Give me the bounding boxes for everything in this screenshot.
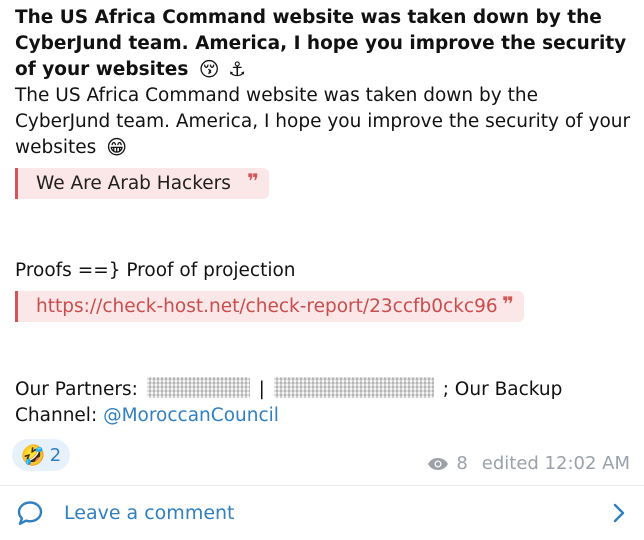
partners-label: Our Partners:	[15, 379, 138, 400]
kissing-face-emoji: 😚	[198, 57, 220, 81]
comment-icon	[16, 499, 44, 527]
anchor-emoji: ⚓	[228, 57, 247, 81]
blurred-partner-2	[273, 377, 434, 398]
arab-hackers-quote: We Are Arab Hackers ❞	[15, 168, 269, 199]
eye-icon	[428, 457, 449, 470]
post-subtitle: The US Africa Command website was taken …	[15, 83, 635, 161]
blurred-partner-1	[146, 377, 250, 398]
channel-post: The US Africa Command website was taken …	[0, 0, 644, 540]
views-count: 8	[456, 453, 468, 474]
post-meta: 8 edited 12:02 AM	[427, 453, 630, 474]
post-title: The US Africa Command website was taken …	[15, 5, 635, 83]
leave-comment-button[interactable]: Leave a comment	[0, 486, 644, 540]
arab-hackers-quote-text: We Are Arab Hackers	[36, 173, 231, 194]
backup-channel-link[interactable]: @MoroccanCouncil	[103, 405, 279, 426]
reaction-chip[interactable]: 🤣 2	[12, 439, 70, 471]
quote-mark-icon: ❞	[247, 168, 259, 193]
partners-separator: |	[258, 379, 265, 400]
partners-line: Our Partners: | ; Our Backup Channel: @M…	[15, 377, 627, 429]
post-title-text: The US Africa Command website was taken …	[15, 7, 627, 80]
reaction-count: 2	[49, 444, 62, 466]
chevron-right-icon[interactable]	[610, 501, 628, 525]
quote-mark-icon: ❞	[502, 291, 514, 316]
grinning-face-emoji: 😁	[106, 135, 128, 159]
proof-link[interactable]: https://check-host.net/check-report/23cc…	[36, 296, 498, 317]
edited-time: edited 12:02 AM	[481, 453, 630, 474]
proofs-label: Proofs ==} Proof of projection	[15, 260, 296, 281]
views-counter: 8	[427, 453, 468, 474]
rofl-emoji: 🤣	[20, 443, 46, 467]
proof-link-quote[interactable]: https://check-host.net/check-report/23cc…	[15, 291, 524, 322]
leave-comment-label[interactable]: Leave a comment	[64, 502, 235, 524]
